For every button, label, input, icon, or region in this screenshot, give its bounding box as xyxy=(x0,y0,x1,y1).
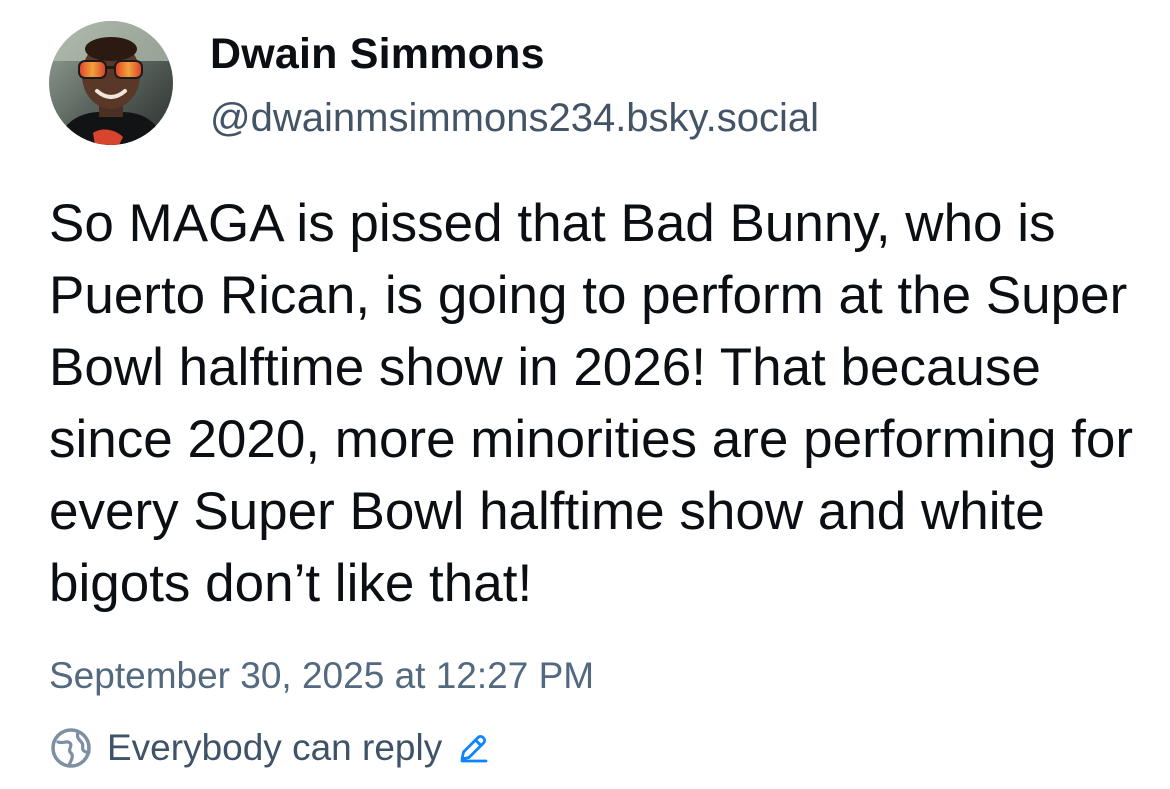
author-display-name[interactable]: Dwain Simmons xyxy=(210,30,545,79)
globe-icon xyxy=(51,728,91,768)
post-timestamp: September 30, 2025 at 12:27 PM xyxy=(49,655,595,696)
author-handle[interactable]: @dwainmsimmons234.bsky.social xyxy=(210,96,819,141)
reply-settings[interactable]: Everybody can reply xyxy=(49,723,490,773)
avatar-photo xyxy=(49,21,173,145)
reply-settings-label: Everybody can reply xyxy=(107,727,443,768)
pencil-icon[interactable] xyxy=(456,731,490,765)
post-text: So MAGA is pissed that Bad Bunny, who is… xyxy=(49,194,1134,613)
post-card: Dwain Simmons @dwainmsimmons234.bsky.soc… xyxy=(0,0,1170,789)
author-avatar[interactable] xyxy=(49,21,173,145)
